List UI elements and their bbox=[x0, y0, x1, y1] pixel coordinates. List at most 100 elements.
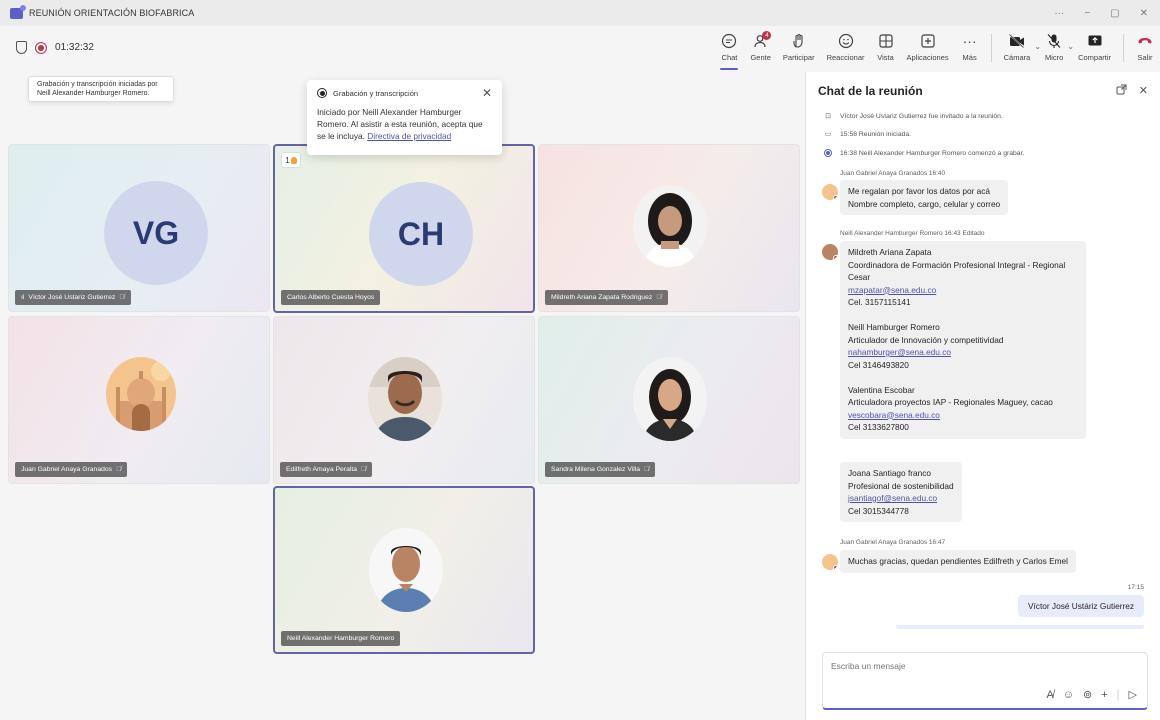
format-icon[interactable]: A̸ bbox=[1046, 689, 1053, 701]
apps-button[interactable]: Aplicaciones bbox=[901, 30, 955, 70]
system-message: ▭ 15:58 Reunión iniciada. bbox=[824, 130, 912, 139]
participant-name-chip: Neill Alexander Hamburger Romero bbox=[281, 631, 401, 646]
restore-button[interactable]: ▢ bbox=[1110, 8, 1119, 19]
system-message: 16:38 Neill Alexander Hamburger Romero c… bbox=[824, 149, 1024, 157]
leave-button[interactable]: Salir bbox=[1130, 30, 1160, 70]
camera-button[interactable]: Cámara bbox=[998, 30, 1037, 70]
status-busy-icon bbox=[833, 565, 838, 570]
participant-photo bbox=[106, 357, 176, 431]
chat-message[interactable]: Mildreth Ariana Zapata Coordinadora de F… bbox=[840, 241, 1086, 439]
chat-button[interactable]: Chat bbox=[714, 30, 744, 70]
chat-message[interactable]: Muchas gracias, quedan pendientes Edilfr… bbox=[840, 550, 1076, 573]
participant-photo bbox=[633, 185, 707, 267]
avatar-initials: CH bbox=[369, 182, 473, 286]
status-busy-icon bbox=[833, 195, 838, 200]
message-time: 17:15 bbox=[1127, 584, 1144, 591]
participant-name-chip: ıl Víctor José Ustariz Gutierrez 🎙̸ bbox=[15, 290, 131, 305]
participant-tile-juan[interactable]: Juan Gabriel Anaya Granados 🎙̸ bbox=[8, 316, 270, 484]
mic-off-icon: 🎙̸ bbox=[119, 294, 125, 301]
grid-icon bbox=[877, 32, 895, 50]
avatar bbox=[822, 554, 838, 570]
window-controls: ··· − ▢ ✕ bbox=[1054, 0, 1148, 26]
more-icon: ··· bbox=[962, 33, 977, 49]
more-button[interactable]: ··· Más bbox=[955, 30, 985, 70]
view-button[interactable]: Vista bbox=[871, 30, 901, 70]
chat-message[interactable]: Me regalan por favor los datos por acá N… bbox=[840, 180, 1009, 215]
chat-icon bbox=[720, 32, 738, 50]
avatar-initials: VG bbox=[104, 181, 208, 285]
mic-off-icon: 🎙̸ bbox=[361, 466, 367, 473]
toolbar-actions: Chat 4 Gente Participar Reaccionar Vista… bbox=[714, 30, 1160, 70]
close-icon[interactable]: ✕ bbox=[482, 86, 492, 100]
phone-hangup-icon bbox=[1136, 32, 1154, 50]
message-composer[interactable]: A̸ ☺ ⊚ + | ▷ bbox=[822, 652, 1148, 710]
react-button[interactable]: Reaccionar bbox=[821, 30, 871, 70]
close-window-button[interactable]: ✕ bbox=[1140, 8, 1148, 19]
loop-icon[interactable]: ⊚ bbox=[1083, 688, 1092, 701]
participant-tile-neill[interactable]: Neill Alexander Hamburger Romero bbox=[273, 486, 535, 654]
privacy-policy-link[interactable]: Directiva de privacidad bbox=[367, 131, 451, 141]
mic-off-icon: 🎙̸ bbox=[656, 294, 662, 301]
people-button[interactable]: 4 Gente bbox=[744, 30, 776, 70]
close-chat-icon[interactable]: ✕ bbox=[1139, 84, 1148, 98]
participant-tile-mildreth[interactable]: Mildreth Ariana Zapata Rodriguez 🎙̸ bbox=[538, 144, 800, 312]
share-icon bbox=[1086, 32, 1104, 50]
message-meta: Juan Gabriel Anaya Granados 16:47 bbox=[840, 539, 946, 546]
mic-button[interactable]: Micro bbox=[1039, 30, 1069, 70]
popup-title: Grabación y transcripción bbox=[333, 88, 419, 98]
message-input[interactable] bbox=[831, 661, 1131, 671]
recording-notice-popup: Grabación y transcripción ✕ Iniciado por… bbox=[307, 80, 502, 155]
chat-message[interactable]: Joana Santiago franco Profesional de sos… bbox=[840, 462, 962, 522]
participant-tile-ch[interactable]: 1 CH Carlos Alberto Cuesta Hoyos bbox=[273, 144, 535, 313]
raised-hand-badge: 1 bbox=[281, 152, 301, 168]
raise-hand-button[interactable]: Participar bbox=[777, 30, 821, 70]
participant-tile-sandra[interactable]: Sandra Milena Gonzalez Villa 🎙̸ bbox=[538, 316, 800, 484]
email-link[interactable]: mzapatar@sena.edu.co bbox=[848, 284, 1078, 297]
participant-name-chip: Carlos Alberto Cuesta Hoyos bbox=[281, 290, 381, 305]
camera-off-icon bbox=[1008, 32, 1026, 50]
meeting-started-icon: ▭ bbox=[824, 131, 832, 138]
chat-panel: Chat de la reunión ✕ ⊡ Víctor José Ustar… bbox=[805, 72, 1160, 720]
pop-out-icon[interactable] bbox=[1116, 84, 1127, 98]
invite-icon: ⊡ bbox=[825, 113, 831, 120]
attach-plus-icon[interactable]: + bbox=[1101, 689, 1107, 701]
participant-photo bbox=[368, 357, 442, 441]
participant-tile-edilfreth[interactable]: Edilfreth Amaya Peralta 🎙̸ bbox=[273, 316, 535, 484]
participant-photo bbox=[369, 528, 443, 612]
status-busy-icon bbox=[833, 255, 838, 260]
meeting-toolbar: 01:32:32 Chat 4 Gente Participar Reaccio… bbox=[0, 26, 1160, 72]
email-link[interactable]: vescobara@sena.edu.co bbox=[848, 409, 1078, 422]
title-bar: REUNIÓN ORIENTACIÓN BIOFABRICA ··· − ▢ ✕ bbox=[0, 0, 1160, 26]
participant-name-chip: Juan Gabriel Anaya Granados 🎙̸ bbox=[15, 462, 128, 477]
avatar bbox=[822, 184, 838, 200]
shield-icon bbox=[16, 41, 27, 54]
mic-off-icon: 🎙̸ bbox=[644, 466, 650, 473]
participant-tile-vg[interactable]: VG ıl Víctor José Ustariz Gutierrez 🎙̸ bbox=[8, 144, 270, 312]
send-icon[interactable]: ▷ bbox=[1129, 688, 1137, 701]
own-message-continuation bbox=[896, 625, 1144, 629]
recording-indicator-icon bbox=[317, 88, 327, 98]
email-link[interactable]: nahamburger@sena.edu.co bbox=[848, 346, 1078, 359]
participant-name-chip: Sandra Milena Gonzalez Villa 🎙̸ bbox=[545, 462, 656, 477]
recording-tooltip: Grabación y transcripción iniciadas por … bbox=[28, 76, 174, 102]
emoji-icon[interactable]: ☺ bbox=[1063, 689, 1074, 701]
mic-off-icon: 🎙̸ bbox=[116, 466, 122, 473]
people-count-badge: 4 bbox=[762, 31, 772, 40]
apps-icon bbox=[919, 32, 937, 50]
email-link[interactable]: jsantiagof@sena.edu.co bbox=[848, 492, 954, 505]
more-options-icon[interactable]: ··· bbox=[1054, 8, 1064, 19]
message-meta: Juan Gabriel Anaya Granados 16:40 bbox=[840, 170, 946, 177]
share-button[interactable]: Compartir bbox=[1072, 30, 1117, 70]
raise-hand-icon bbox=[790, 32, 808, 50]
meeting-status: 01:32:32 bbox=[16, 41, 94, 54]
divider: | bbox=[1116, 688, 1120, 701]
chat-title: Chat de la reunión bbox=[818, 84, 923, 98]
participant-name-chip: Edilfreth Amaya Peralta 🎙̸ bbox=[280, 462, 373, 477]
own-chat-message[interactable]: Víctor José Ustáriz Gutierrez bbox=[1017, 595, 1144, 617]
toolbar-separator bbox=[1123, 34, 1124, 62]
avatar bbox=[822, 244, 838, 260]
window-title: REUNIÓN ORIENTACIÓN BIOFABRICA bbox=[29, 8, 195, 18]
minimize-button[interactable]: − bbox=[1084, 8, 1090, 19]
smiley-icon bbox=[837, 32, 855, 50]
participant-name-chip: Mildreth Ariana Zapata Rodriguez 🎙̸ bbox=[545, 290, 668, 305]
